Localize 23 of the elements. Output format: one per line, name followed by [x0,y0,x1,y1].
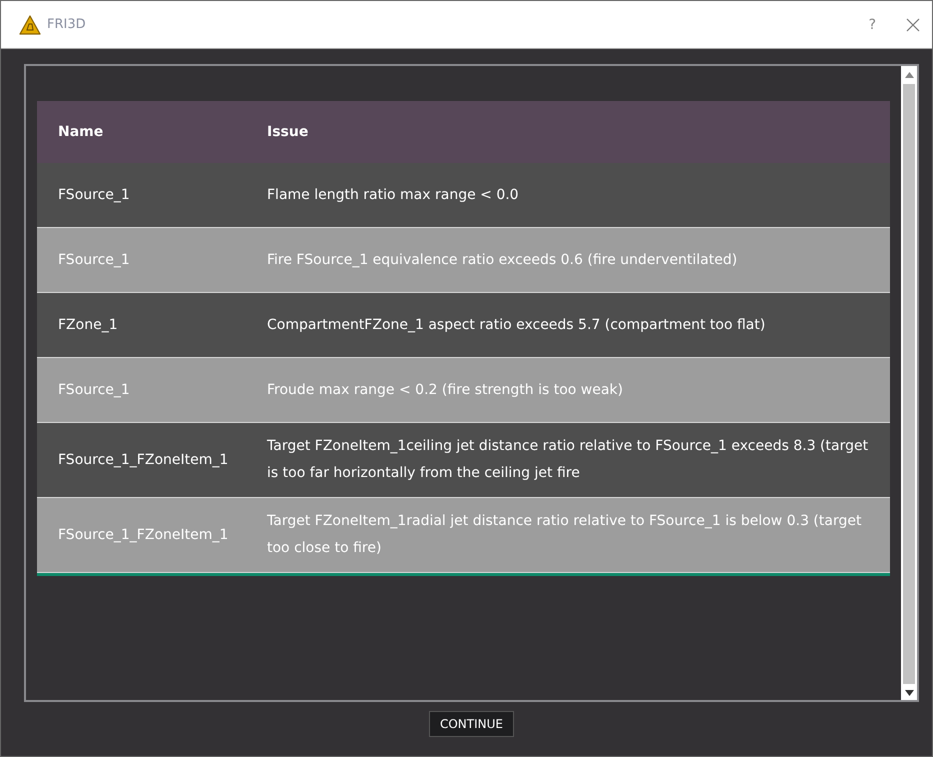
table-cell-text: Froude max range < 0.2 (fire strength is too weak) [267,380,624,400]
scroll-up-icon[interactable] [904,72,914,78]
close-icon[interactable] [906,18,920,32]
table-cell-text: FZone_1 [57,317,119,333]
continue-button[interactable]: CONTINUE [428,711,514,737]
column-header: Issue [267,122,310,142]
table-cell-text: Fire FSource_1 equivalence ratio exceeds 0.6 (fire underventilated) [267,250,738,270]
table-cell-text: FSource_1_FZoneItem_1 [57,527,230,543]
table-cell-text: FSource_1 [57,187,131,203]
table-cell-text: CompartmentFZone_1 aspect ratio exceeds 5.7 (compartment too flat) [267,316,766,334]
table-cell-text: Flame length ratio max range < 0.0 [267,186,520,204]
help-button[interactable]: ? [868,16,876,32]
window-title: FRI3D [47,17,86,32]
table-cell-text: FSource_1 [57,382,131,398]
warning-icon [19,14,41,34]
table-cell-text: Target FZoneItem_1ceiling jet distance ratio relative to FSource_1 exceeds 8.3 (target is too far horizontally from the ceiling jet fire [267,437,870,483]
column-header: Name [57,124,104,140]
table-cell-text: Target FZoneItem_1radial jet distance ratio relative to FSource_1 is below 0.3 (target too close to fire) [267,512,862,558]
scroll-thumb[interactable] [903,84,915,684]
scroll-down-icon[interactable] [904,690,914,696]
scrollbar[interactable] [901,66,917,700]
table-cell-text: FSource_1 [57,252,131,268]
table-cell-text: FSource_1_FZoneItem_1 [57,452,230,468]
